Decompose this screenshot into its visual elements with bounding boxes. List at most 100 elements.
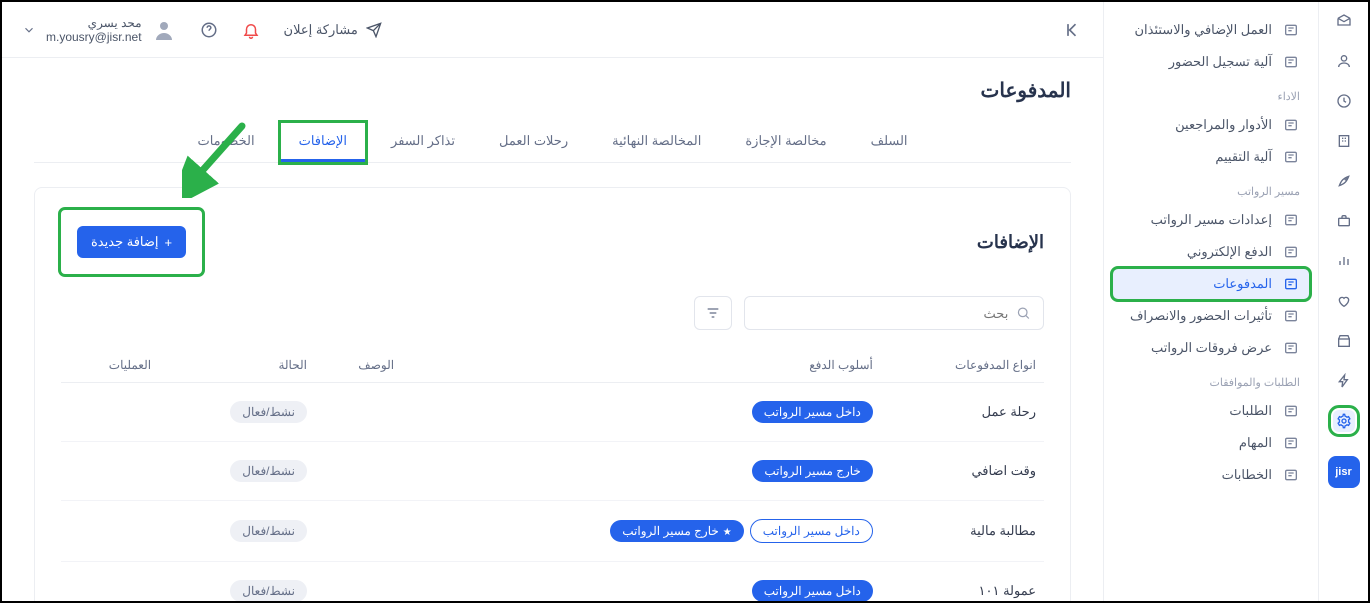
sidebar-item-label: الأدوار والمراجعين [1175, 117, 1272, 133]
sidebar-item[interactable]: المهام [1112, 427, 1310, 459]
table-row[interactable]: عمولة ١٠١داخل مسير الرواتبنشط/فعال [61, 562, 1044, 602]
user-menu[interactable]: محد يسري m.yousry@jisr.net [22, 16, 176, 44]
sidebar-item[interactable]: آلية تسجيل الحضور [1112, 46, 1310, 78]
table-row[interactable]: وقت اضافيخارج مسير الرواتبنشط/فعال [61, 442, 1044, 501]
status-badge: نشط/فعال [230, 580, 307, 601]
user-email: m.yousry@jisr.net [46, 30, 142, 44]
sidebar-item-label: المهام [1239, 435, 1272, 451]
rocket-icon[interactable] [1333, 170, 1355, 192]
sidebar-item[interactable]: المدفوعات [1112, 268, 1310, 300]
inbox-icon[interactable] [1333, 10, 1355, 32]
icon-rail: jisr [1318, 2, 1368, 601]
page-title: المدفوعات [34, 78, 1071, 103]
sidebar-item-icon [1282, 54, 1300, 70]
sidebar-item-label: الطلبات [1229, 403, 1272, 419]
chart-icon[interactable] [1333, 250, 1355, 272]
table-header: الوصف [315, 348, 402, 383]
heart-hand-icon[interactable] [1333, 290, 1355, 312]
table-header: انواع المدفوعات [881, 348, 1044, 383]
sidebar-item-icon [1282, 467, 1300, 483]
table-row[interactable]: رحلة عملداخل مسير الرواتبنشط/فعال [61, 383, 1044, 442]
table-header: أسلوب الدفع [402, 348, 881, 383]
search-input[interactable] [757, 306, 1008, 321]
sidebar-item-icon [1282, 117, 1300, 133]
sidebar-item-icon [1282, 149, 1300, 165]
settings-icon[interactable] [1333, 410, 1355, 432]
sidebar-item-label: تأثيرات الحضور والانصراف [1130, 308, 1272, 324]
main-content: المدفوعات السلفمخالصة الإجازةالمخالصة ال… [2, 58, 1103, 601]
pay-badge: داخل مسير الرواتب [752, 401, 873, 423]
sidebar-item-icon [1282, 212, 1300, 228]
filter-button[interactable] [694, 296, 732, 330]
pay-badge: داخل مسير الرواتب [752, 580, 873, 601]
filter-icon [705, 305, 721, 321]
sidebar-item-label: الدفع الإلكتروني [1187, 244, 1272, 260]
tab[interactable]: مخالصة الإجازة [727, 123, 844, 162]
sidebar-group-head: مسير الرواتب [1112, 173, 1310, 204]
avatar-icon [152, 18, 176, 42]
settings-sidebar: العمل الإضافي والاستئذان آلية تسجيل الحضو… [1103, 2, 1318, 601]
status-badge: نشط/فعال [230, 520, 307, 542]
help-icon[interactable] [200, 21, 218, 39]
share-announcement-button[interactable]: مشاركة إعلان [284, 22, 382, 38]
tab[interactable]: المخالصة النهائية [594, 123, 719, 162]
pay-badge: داخل مسير الرواتب [750, 519, 873, 543]
sidebar-item-label: المدفوعات [1213, 276, 1272, 292]
status-badge: نشط/فعال [230, 460, 307, 482]
sidebar-item[interactable]: آلية التقييم [1112, 141, 1310, 173]
tab[interactable]: الإضافات [281, 123, 365, 162]
sidebar-item-label: الخطابات [1222, 467, 1272, 483]
table-header: العمليات [61, 348, 159, 383]
add-new-button[interactable]: + إضافة جديدة [77, 226, 186, 258]
status-badge: نشط/فعال [230, 401, 307, 423]
user-name: محد يسري [46, 16, 142, 30]
sidebar-item-icon [1282, 340, 1300, 356]
user-icon[interactable] [1333, 50, 1355, 72]
sidebar-item-icon [1282, 435, 1300, 451]
sidebar-item[interactable]: الخطابات [1112, 459, 1310, 491]
store-icon[interactable] [1333, 330, 1355, 352]
sidebar-item[interactable]: تأثيرات الحضور والانصراف [1112, 300, 1310, 332]
sidebar-item[interactable]: الطلبات [1112, 395, 1310, 427]
clock-icon[interactable] [1333, 90, 1355, 112]
sidebar-group-head: الطلبات والموافقات [1112, 364, 1310, 395]
table-row[interactable]: مطالبة ماليةداخل مسير الرواتبخارج مسير ا… [61, 501, 1044, 562]
jisr-logo[interactable]: jisr [1328, 456, 1360, 488]
tab[interactable]: رحلات العمل [481, 123, 586, 162]
tab[interactable]: تذاكر السفر [373, 123, 473, 162]
topbar: مشاركة إعلان محد يسري m.yousry@jisr.net [2, 2, 1103, 58]
sidebar-item-icon [1282, 403, 1300, 419]
sidebar-item-icon [1282, 244, 1300, 260]
sidebar-item-icon [1282, 22, 1300, 38]
sidebar-item[interactable]: العمل الإضافي والاستئذان [1112, 14, 1310, 46]
search-box[interactable] [744, 296, 1044, 330]
sidebar-item-label: آلية تسجيل الحضور [1169, 54, 1272, 70]
sidebar-group-head: الاداء [1112, 78, 1310, 109]
chevron-down-icon [22, 23, 36, 37]
sidebar-item-label: آلية التقييم [1215, 149, 1272, 165]
pay-badge: خارج مسير الرواتب [610, 520, 744, 542]
panel-title: الإضافات [977, 232, 1044, 253]
building-icon[interactable] [1333, 130, 1355, 152]
payment-types-table: انواع المدفوعاتأسلوب الدفعالوصفالحالةالع… [61, 348, 1044, 601]
collapse-sidebar-icon[interactable] [1063, 20, 1083, 40]
sidebar-item-label: العمل الإضافي والاستئذان [1134, 22, 1272, 38]
sidebar-item-label: إعدادات مسير الرواتب [1151, 212, 1272, 228]
plus-icon: + [165, 235, 173, 250]
bolt-icon[interactable] [1333, 370, 1355, 392]
tab[interactable]: السلف [853, 123, 926, 162]
pay-badge: خارج مسير الرواتب [752, 460, 873, 482]
tab[interactable]: الخصومات [179, 123, 272, 162]
sidebar-item[interactable]: إعدادات مسير الرواتب [1112, 204, 1310, 236]
table-header: الحالة [159, 348, 315, 383]
sidebar-item[interactable]: الدفع الإلكتروني [1112, 236, 1310, 268]
share-label: مشاركة إعلان [284, 22, 358, 38]
sidebar-item[interactable]: عرض فروقات الرواتب [1112, 332, 1310, 364]
sidebar-item[interactable]: الأدوار والمراجعين [1112, 109, 1310, 141]
briefcase-icon[interactable] [1333, 210, 1355, 232]
sidebar-item-label: عرض فروقات الرواتب [1151, 340, 1272, 356]
sidebar-item-icon [1282, 276, 1300, 292]
sidebar-item-icon [1282, 308, 1300, 324]
notification-bell-icon[interactable] [242, 21, 260, 39]
tabs: السلفمخالصة الإجازةالمخالصة النهائيةرحلا… [34, 123, 1071, 163]
